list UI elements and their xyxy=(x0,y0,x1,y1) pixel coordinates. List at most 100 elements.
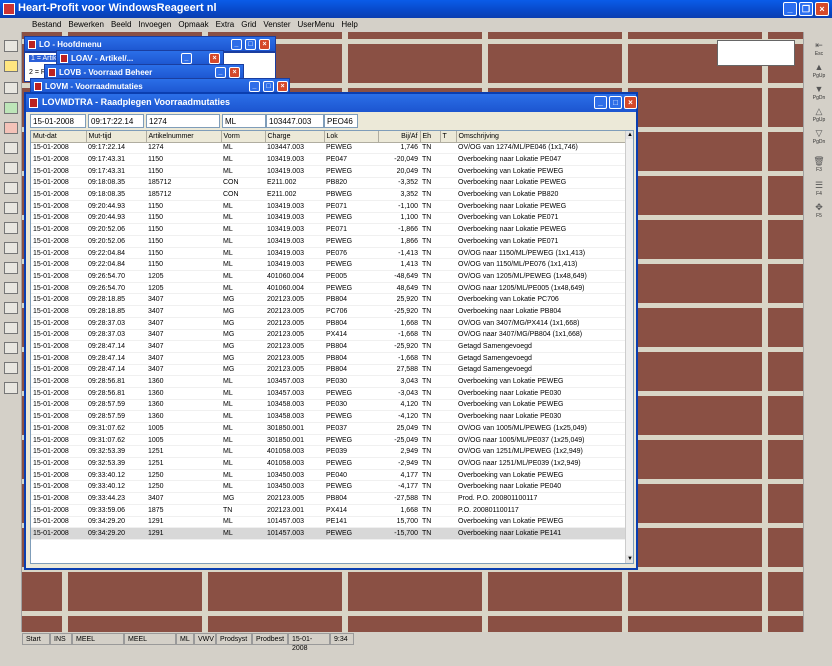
exit-icon[interactable]: ⇤ Esc xyxy=(809,40,829,60)
minimize-button[interactable]: _ xyxy=(231,39,242,50)
page-up-icon[interactable]: ▲ PgUp xyxy=(809,62,829,82)
filter-time[interactable]: 09:17:22.14 xyxy=(88,114,144,128)
menu-extra[interactable]: Extra xyxy=(216,18,235,32)
mutations-grid[interactable]: Mut-dat Mut-tijd Artikelnummer Vorm Char… xyxy=(30,130,634,564)
table-row[interactable]: 15-01-2008 09:28:56.81 1360 ML 103457.003 PE0… xyxy=(31,375,627,388)
column-header[interactable]: Mut-dat xyxy=(31,131,87,143)
filter-location[interactable]: PEO46 xyxy=(324,114,358,128)
window-icon[interactable] xyxy=(4,40,18,52)
grid-icon[interactable] xyxy=(4,202,18,214)
table-row[interactable]: 15-01-2008 09:34:29.20 1291 ML 101457.003 PEW… xyxy=(31,527,627,540)
table-row[interactable]: 15-01-2008 09:22:04.84 1150 ML 103419.003 PEW… xyxy=(31,258,627,272)
table-row[interactable]: 15-01-2008 09:28:57.59 1360 ML 103458.003 PE0… xyxy=(31,399,627,412)
close-button[interactable]: × xyxy=(277,81,288,92)
column-header[interactable]: Bij/Af xyxy=(378,131,421,143)
restore-button[interactable]: ❐ xyxy=(799,2,813,16)
column-header[interactable]: Artikelnummer xyxy=(146,131,222,143)
record-icon[interactable] xyxy=(4,342,18,354)
filter-charge[interactable]: 103447.003 xyxy=(266,114,324,128)
scroll-up-icon[interactable]: ▲ xyxy=(626,131,633,139)
menu-invoegen[interactable]: Invoegen xyxy=(138,18,171,32)
table-row[interactable]: 15-01-2008 09:32:53.39 1251 ML 401058.003 PE0… xyxy=(31,445,627,459)
table-row[interactable]: 15-01-2008 09:28:47.14 3407 MG 202123.005 PB8… xyxy=(31,352,627,365)
list-icon[interactable]: ☰ F4 xyxy=(809,180,829,200)
menu-help[interactable]: Help xyxy=(341,18,357,32)
table-row[interactable]: 15-01-2008 09:17:22.14 1274 ML 103447.003 PEW… xyxy=(31,142,627,155)
page-down-icon[interactable]: ▽ PgDn xyxy=(809,128,829,148)
maximize-button[interactable]: □ xyxy=(609,96,622,109)
table-row[interactable]: 15-01-2008 09:33:59.06 1875 TN 202123.001 PX4… xyxy=(31,504,627,517)
cross-arrows-icon[interactable]: ✥ F5 xyxy=(809,202,829,222)
calculator-icon[interactable] xyxy=(4,382,18,394)
chart-icon[interactable] xyxy=(4,242,18,254)
table-row[interactable]: 15-01-2008 09:28:18.85 3407 MG 202123.005 PB8… xyxy=(31,293,627,307)
options-icon[interactable] xyxy=(4,182,18,194)
column-header[interactable]: Eh xyxy=(420,131,441,143)
close-button[interactable]: × xyxy=(209,53,220,64)
form-icon[interactable] xyxy=(4,262,18,274)
minimize-button[interactable]: _ xyxy=(783,2,797,16)
scroll-down-icon[interactable]: ▼ xyxy=(626,555,633,563)
table-row[interactable]: 15-01-2008 09:28:47.14 3407 MG 202123.005 PB8… xyxy=(31,364,627,377)
list-icon[interactable] xyxy=(4,102,18,114)
menu-venster[interactable]: Venster xyxy=(263,18,290,32)
column-header[interactable]: Vorm xyxy=(221,131,266,143)
table-row[interactable]: 15-01-2008 09:26:54.70 1205 ML 401060.004 PE0… xyxy=(31,270,627,283)
close-button[interactable]: × xyxy=(815,2,829,16)
column-header[interactable]: Lok xyxy=(324,131,379,143)
page-up-icon[interactable]: △ PgUp xyxy=(809,106,829,126)
close-button[interactable]: × xyxy=(259,39,270,50)
trash-icon[interactable]: 🗑 F3 xyxy=(809,156,829,176)
window-lovmdtra-title[interactable]: LOVMDTRA - Raadplegen Voorraadmutaties _… xyxy=(26,94,637,112)
maximize-button[interactable]: □ xyxy=(245,39,256,50)
table-row[interactable]: 15-01-2008 09:28:18.85 3407 MG 202123.005 PC7… xyxy=(31,305,627,318)
copy-icon[interactable] xyxy=(4,122,18,134)
table-row[interactable]: 15-01-2008 09:31:07.62 1005 ML 301850.001 PEW… xyxy=(31,434,627,447)
minimize-button[interactable]: _ xyxy=(594,96,607,109)
calendar-icon[interactable] xyxy=(4,162,18,174)
menu-bestand[interactable]: Bestand xyxy=(32,18,61,32)
table-row[interactable]: 15-01-2008 09:20:52.06 1150 ML 103419.003 PEW… xyxy=(31,235,627,248)
minimize-button[interactable]: _ xyxy=(215,67,226,78)
font-icon[interactable] xyxy=(4,82,18,94)
key-icon[interactable] xyxy=(4,60,18,72)
menu-usermenu[interactable]: UserMenu xyxy=(298,18,335,32)
table-row[interactable]: 15-01-2008 09:17:43.31 1150 ML 103419.003 PE0… xyxy=(31,153,627,166)
vertical-scrollbar[interactable]: ▲ ▼ xyxy=(625,131,633,563)
filter-article[interactable]: 1274 xyxy=(146,114,220,128)
menu-bewerken[interactable]: Bewerken xyxy=(68,18,104,32)
menu-beeld[interactable]: Beeld xyxy=(111,18,131,32)
table-row[interactable]: 15-01-2008 09:31:07.62 1005 ML 301850.001 PE0… xyxy=(31,422,627,435)
minimize-button[interactable]: _ xyxy=(181,53,192,64)
table-row[interactable]: 15-01-2008 09:28:37.03 3407 MG 202123.005 PX4… xyxy=(31,329,627,342)
table-row[interactable]: 15-01-2008 09:34:29.20 1291 ML 101457.003 PE1… xyxy=(31,516,627,529)
clipboard-icon[interactable] xyxy=(4,322,18,334)
menu-opmaak[interactable]: Opmaak xyxy=(178,18,208,32)
close-button[interactable]: × xyxy=(624,96,637,109)
table-row[interactable]: 15-01-2008 09:28:57.59 1360 ML 103458.003 PEW… xyxy=(31,410,627,423)
table-row[interactable]: 15-01-2008 09:20:44.93 1150 ML 103419.003 PEW… xyxy=(31,212,627,225)
table-row[interactable]: 15-01-2008 09:33:40.12 1250 ML 103450.003 PEW… xyxy=(31,480,627,494)
table-row[interactable]: 15-01-2008 09:18:08.35 185712 CON E211.002 PB… xyxy=(31,177,627,190)
table-row[interactable]: 15-01-2008 09:18:08.35 185712 CON E211.002 PB… xyxy=(31,188,627,201)
minimize-button[interactable]: _ xyxy=(249,81,260,92)
table-row[interactable]: 15-01-2008 09:22:04.84 1150 ML 103419.003 PE0… xyxy=(31,247,627,260)
print-icon[interactable] xyxy=(4,142,18,154)
table-row[interactable]: 15-01-2008 09:33:44.23 3407 MG 202123.005 PB8… xyxy=(31,492,627,505)
close-button[interactable]: × xyxy=(229,67,240,78)
column-header[interactable]: Omschrijving xyxy=(456,131,628,143)
table-row[interactable]: 15-01-2008 09:28:37.03 3407 MG 202123.005 PB8… xyxy=(31,317,627,330)
page-down-icon[interactable]: ▼ PgDn xyxy=(809,84,829,104)
column-header[interactable]: Charge xyxy=(265,131,325,143)
camera-icon[interactable] xyxy=(4,362,18,374)
table-icon[interactable] xyxy=(4,222,18,234)
table-row[interactable]: 15-01-2008 09:33:40.12 1250 ML 103450.003 PE0… xyxy=(31,469,627,482)
cut-icon[interactable] xyxy=(4,282,18,294)
table-row[interactable]: 15-01-2008 09:20:52.06 1150 ML 103419.003 PE0… xyxy=(31,223,627,236)
menu-grid[interactable]: Grid xyxy=(241,18,256,32)
column-header[interactable]: T xyxy=(440,131,457,143)
maximize-button[interactable]: □ xyxy=(263,81,274,92)
table-row[interactable]: 15-01-2008 09:17:43.31 1150 ML 103419.003 PEW… xyxy=(31,165,627,178)
table-row[interactable]: 15-01-2008 09:28:56.81 1360 ML 103457.003 PEW… xyxy=(31,387,627,400)
filter-form[interactable]: ML xyxy=(222,114,266,128)
